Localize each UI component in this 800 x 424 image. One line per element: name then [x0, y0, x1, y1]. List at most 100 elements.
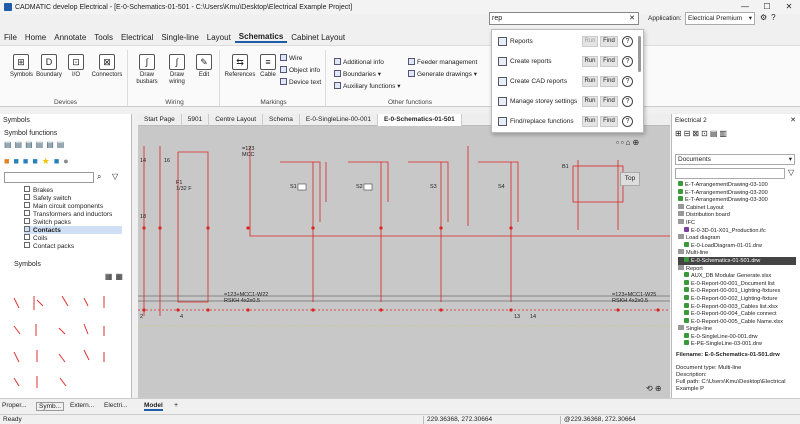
io-button[interactable]: ⊡ I/O [66, 54, 86, 79]
tree-folder[interactable]: Load diagram [678, 234, 796, 242]
tree-doc[interactable]: E-T-ArrangementDrawing-03-200 [678, 188, 796, 197]
draw-wiring-button[interactable]: ∫ Draw wiring [164, 54, 190, 86]
tab-centre-layout[interactable]: Centre Layout [209, 114, 264, 126]
tree-doc[interactable]: E-0-Report-00-004_Cable connect [678, 310, 796, 318]
auxiliary-functions-button[interactable]: Auxiliary functions ▾ [334, 82, 400, 90]
tree-item[interactable]: Contact packs [24, 242, 122, 250]
help-icon[interactable]: ? [622, 56, 633, 67]
command-search-input[interactable]: rep ✕ [489, 12, 639, 25]
search-icon[interactable]: ⌕ [97, 172, 101, 182]
dropdown-scrollbar[interactable] [638, 36, 641, 72]
menu-file[interactable]: File [0, 33, 21, 42]
menu-single-line[interactable]: Single-line [157, 33, 202, 42]
tree-item[interactable]: Safety switch [24, 194, 122, 202]
schematic-canvas[interactable]: =123 MCC B1 F1 1/32 F S1 S2 S3 S4 =123+M… [138, 126, 670, 398]
menu-tools[interactable]: Tools [90, 33, 117, 42]
run-button[interactable]: Run [582, 76, 598, 87]
tree-doc[interactable]: E-0-LoadDiagram-01-01.drw [678, 241, 796, 250]
close-button[interactable]: ✕ [778, 0, 800, 14]
find-button[interactable]: Find [600, 96, 618, 107]
panel-close-icon[interactable]: ✕ [790, 116, 796, 124]
result-find-replace-functions[interactable]: Find/replace functions Run Find? [492, 112, 645, 132]
run-button[interactable]: Run [582, 36, 598, 47]
help-icon[interactable]: ? [622, 76, 633, 87]
connectors-button[interactable]: ⊠ Connectors [90, 54, 124, 79]
view-controls[interactable]: ▫▫⌂⊕ [616, 138, 641, 147]
tree-doc[interactable]: E-0-Report-00-001_Document list [678, 279, 796, 288]
tab-schema[interactable]: Schema [263, 114, 300, 126]
symbol-toolbar[interactable]: ▤▤▤▤▤▤ [4, 140, 128, 150]
tree-doc[interactable]: E-0-Report-00-001_Lighting-fixtures [678, 287, 796, 295]
boundaries-button[interactable]: Boundaries ▾ [334, 70, 381, 78]
device-text-button[interactable]: Device text [280, 78, 321, 86]
help-icon[interactable]: ? [622, 96, 633, 107]
result-create-cad-reports[interactable]: Create CAD reports Run Find? [492, 72, 645, 92]
tree-folder[interactable]: IFC [678, 218, 796, 227]
tree-item-selected[interactable]: Contacts [24, 226, 122, 234]
tree-doc[interactable]: E-T-ArrangementDrawing-03-100 [678, 181, 796, 189]
symbol-gallery[interactable] [4, 288, 124, 394]
tree-doc[interactable]: E-0-Report-00-005_Cable Name.xlsx [678, 317, 796, 326]
run-button[interactable]: Run [582, 56, 598, 67]
find-button[interactable]: Find [600, 36, 618, 47]
panel-tab-external[interactable]: Extern... [70, 402, 94, 409]
documents-select[interactable]: Documents ▾ [675, 154, 795, 165]
symbol-filter-input[interactable] [4, 172, 94, 183]
add-tab-button[interactable]: + [174, 402, 178, 409]
tab-start-page[interactable]: Start Page [138, 114, 182, 126]
panel-tab-properties[interactable]: Proper... [2, 402, 27, 409]
tab-schematics[interactable]: E-0-Schematics-01-501 [377, 114, 462, 126]
wire-button[interactable]: Wire [280, 54, 302, 62]
edit-button[interactable]: ✎ Edit [194, 54, 214, 79]
menu-electrical[interactable]: Electrical [117, 33, 157, 42]
tree-item[interactable]: Coils [24, 234, 122, 242]
run-button[interactable]: Run [582, 96, 598, 107]
documents-filter-input[interactable] [675, 168, 785, 179]
electrical-toolbar[interactable]: ⊞⊟⊠⊡▤▥ [675, 129, 729, 138]
find-button[interactable]: Find [600, 116, 618, 127]
cable-button[interactable]: ≡ Cable [258, 54, 278, 79]
panel-tab-electrical[interactable]: Electri... [104, 402, 127, 409]
run-button[interactable]: Run [582, 116, 598, 127]
application-select[interactable]: Electrical Premium ▾ [685, 12, 755, 25]
tree-folder[interactable]: Cabinet Layout [678, 203, 796, 212]
tree-doc[interactable]: E-0-Report-00-003_Cables list.xlsx [678, 302, 796, 311]
help-icon[interactable]: ? [771, 13, 779, 22]
symbols-view-bar[interactable]: ▦▦ [4, 272, 126, 284]
model-tab[interactable]: Model [144, 402, 163, 411]
tab-5901[interactable]: 5901 [182, 114, 210, 126]
tree-doc[interactable]: E-PE-SingleLine-03-001.drw [678, 340, 796, 348]
tree-item[interactable]: Transformers and inductors [24, 210, 122, 218]
clear-search-icon[interactable]: ✕ [629, 13, 635, 24]
help-icon[interactable]: ? [622, 116, 633, 127]
result-reports[interactable]: Reports Run Find? [492, 32, 645, 52]
result-create-reports[interactable]: Create reports Run Find? [492, 52, 645, 72]
find-button[interactable]: Find [600, 76, 618, 87]
panel-tab-symbols[interactable]: Symb... [36, 402, 65, 411]
tree-doc[interactable]: AUX_DB Modular Generate.xlsx [678, 272, 796, 280]
draw-busbars-button[interactable]: ∫ Draw busbars [134, 54, 160, 86]
feeder-management-button[interactable]: Feeder management [408, 58, 477, 66]
references-button[interactable]: ⇆ References [224, 54, 256, 79]
filter-icon[interactable]: ▽ [112, 172, 118, 181]
tree-doc[interactable]: E-0-Report-00-002_Lighting-fixture [678, 294, 796, 303]
generate-drawings-button[interactable]: Generate drawings ▾ [408, 70, 477, 78]
tree-folder[interactable]: Distribution board [678, 211, 796, 219]
symbol-category-bar[interactable]: ■■■■★■● [4, 156, 124, 168]
tree-doc[interactable]: E-0-3D-01-X01_Production.ifc [678, 226, 796, 235]
tree-doc[interactable]: E-T-ArrangementDrawing-03-300 [678, 196, 796, 204]
tree-doc[interactable]: E-0-SingleLine-00-001.drw [678, 332, 796, 341]
boundary-button[interactable]: D Boundary [36, 54, 62, 79]
history-icon[interactable]: ⟲ ⊕ [646, 384, 662, 393]
filter-icon[interactable]: ▽ [788, 168, 794, 177]
result-manage-storey-settings[interactable]: Manage storey settings Run Find? [492, 92, 645, 112]
find-button[interactable]: Find [600, 56, 618, 67]
tree-folder[interactable]: Single-line [678, 325, 796, 333]
object-info-button[interactable]: Object info [280, 66, 320, 74]
settings-icon[interactable]: ⚙ [760, 13, 771, 22]
menu-cabinet-layout[interactable]: Cabinet Layout [287, 33, 349, 42]
additional-info-button[interactable]: Additional info [334, 58, 384, 66]
view-cube-top[interactable]: Top [620, 172, 640, 186]
tree-item[interactable]: Main circuit components [24, 202, 122, 210]
help-icon[interactable]: ? [622, 36, 633, 47]
